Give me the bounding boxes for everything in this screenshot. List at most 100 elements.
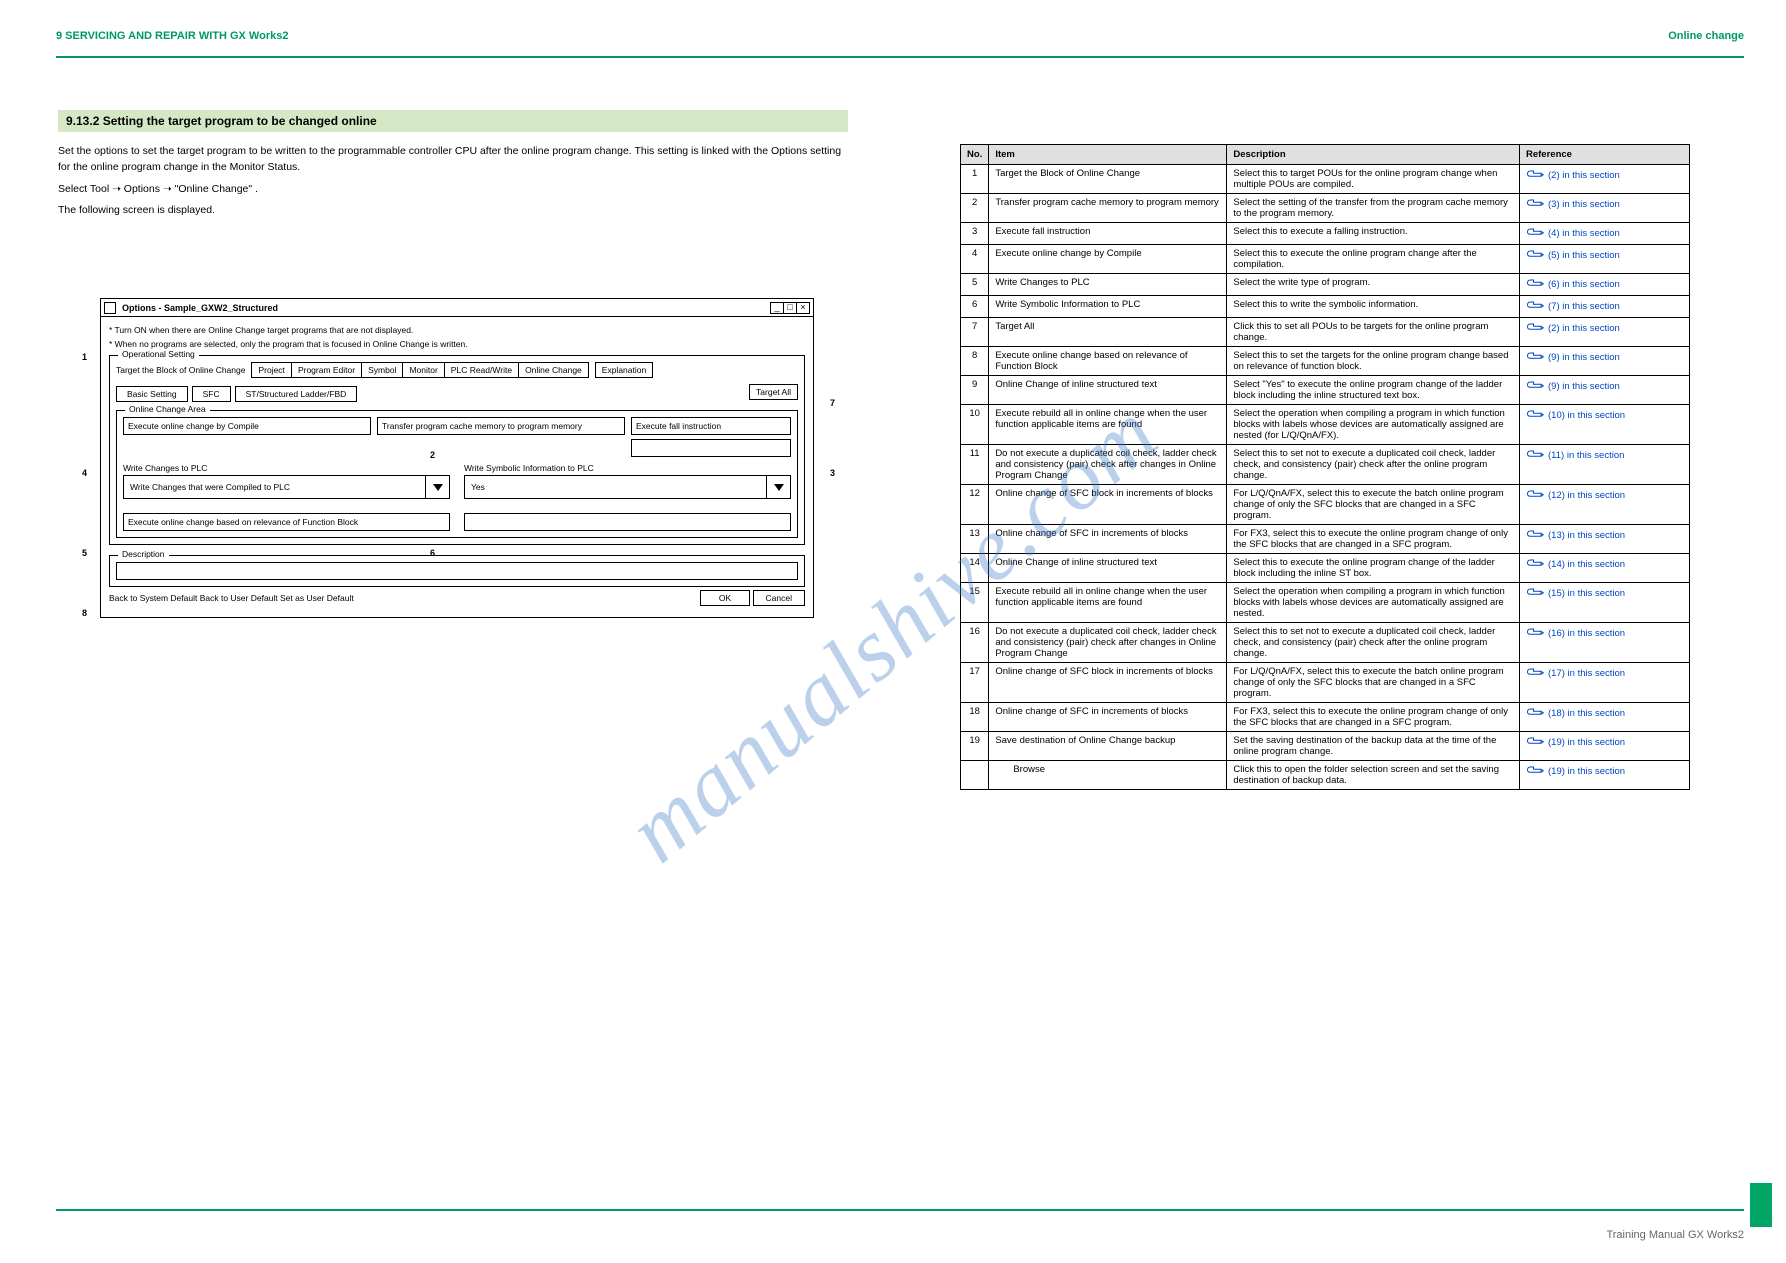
system-menu-icon[interactable] (104, 302, 116, 314)
note-2: * When no programs are selected, only th… (109, 339, 805, 349)
cell-xref[interactable]: (5) in this section (1520, 245, 1690, 274)
cell-desc: For FX3, select this to execute the onli… (1227, 525, 1520, 554)
table-row: 1Target the Block of Online ChangeSelect… (961, 165, 1690, 194)
cell-no: 4 (961, 245, 989, 274)
maximize-icon[interactable]: □ (783, 302, 797, 314)
tab-monitor[interactable]: Monitor (403, 363, 444, 377)
area-extra[interactable] (631, 439, 791, 457)
cell-desc: Set the saving destination of the backup… (1227, 732, 1520, 761)
write-symbolic-select[interactable]: Yes (464, 475, 791, 499)
bottom-rule (56, 1209, 1744, 1211)
transfer-cache-check[interactable]: Transfer program cache memory to program… (377, 417, 625, 435)
table-row: 2Transfer program cache memory to progra… (961, 194, 1690, 223)
cell-xref[interactable]: (3) in this section (1520, 194, 1690, 223)
table-row: 15Execute rebuild all in online change w… (961, 583, 1690, 623)
chapter-sub: Online change (1668, 30, 1744, 42)
cell-desc: Select "Yes" to execute the online progr… (1227, 376, 1520, 405)
tab-program-editor[interactable]: Program Editor (292, 363, 362, 377)
cell-desc: Select this to set not to execute a dupl… (1227, 623, 1520, 663)
cell-xref[interactable]: (9) in this section (1520, 376, 1690, 405)
cell-item: Do not execute a duplicated coil check, … (989, 445, 1227, 485)
cell-xref[interactable]: (2) in this section (1520, 318, 1690, 347)
cell-desc: Select this to execute the online progra… (1227, 245, 1520, 274)
cell-xref[interactable]: (14) in this section (1520, 554, 1690, 583)
cell-xref[interactable]: (10) in this section (1520, 405, 1690, 445)
cell-no: 18 (961, 703, 989, 732)
cell-xref[interactable]: (4) in this section (1520, 223, 1690, 245)
exec-fall-check[interactable]: Execute fall instruction (631, 417, 791, 435)
pointer-icon (1526, 226, 1544, 241)
dd2-label: Write Symbolic Information to PLC (464, 463, 791, 473)
target-all-button[interactable]: Target All (749, 384, 798, 400)
cell-item: Online change of SFC block in increments… (989, 663, 1227, 703)
exec-compile-check[interactable]: Execute online change by Compile (123, 417, 371, 435)
pointer-icon (1526, 488, 1544, 503)
section-title: 9.13.2 Setting the target program to be … (58, 110, 848, 132)
cell-xref[interactable]: (15) in this section (1520, 583, 1690, 623)
cell-no: 19 (961, 732, 989, 761)
cell-xref[interactable]: (11) in this section (1520, 445, 1690, 485)
table-row: 9Online Change of inline structured text… (961, 376, 1690, 405)
callout-5: 5 (82, 548, 87, 558)
table-row: 6Write Symbolic Information to PLCSelect… (961, 296, 1690, 318)
cell-item: Execute online change based on relevance… (989, 347, 1227, 376)
cell-xref[interactable]: (13) in this section (1520, 525, 1690, 554)
cell-xref[interactable]: (16) in this section (1520, 623, 1690, 663)
cell-xref[interactable]: (17) in this section (1520, 663, 1690, 703)
bottom1-input[interactable]: Execute online change based on relevance… (123, 513, 450, 531)
cell-xref[interactable]: (7) in this section (1520, 296, 1690, 318)
dd2-value: Yes (465, 476, 766, 498)
cell-xref[interactable]: (18) in this section (1520, 703, 1690, 732)
dialog-titlebar: Options - Sample_GXW2_Structured _ □ × (101, 299, 813, 317)
cell-no: 16 (961, 623, 989, 663)
cell-xref[interactable]: (19) in this section (1520, 761, 1690, 790)
area-label: Online Change Area (125, 404, 210, 414)
cell-xref[interactable]: (19) in this section (1520, 732, 1690, 761)
cancel-button[interactable]: Cancel (753, 590, 805, 606)
callout-7: 7 (830, 398, 835, 408)
tab-online-change[interactable]: Online Change (519, 363, 588, 377)
cell-xref[interactable]: (6) in this section (1520, 274, 1690, 296)
category-tabs[interactable]: Project Program Editor Symbol Monitor PL… (251, 362, 588, 378)
subtab-basic[interactable]: Basic Setting (116, 386, 188, 402)
cell-desc: Click this to set all POUs to be targets… (1227, 318, 1520, 347)
cell-no: 15 (961, 583, 989, 623)
bottom2-input[interactable] (464, 513, 791, 531)
note-1: * Turn ON when there are Online Change t… (109, 325, 805, 335)
tab-project[interactable]: Project (252, 363, 291, 377)
cell-desc: Select this to target POUs for the onlin… (1227, 165, 1520, 194)
dd1-value: Write Changes that were Compiled to PLC (124, 476, 425, 498)
table-row: 8Execute online change based on relevanc… (961, 347, 1690, 376)
chevron-down-icon[interactable] (425, 476, 449, 498)
cell-xref[interactable]: (9) in this section (1520, 347, 1690, 376)
cell-xref[interactable]: (12) in this section (1520, 485, 1690, 525)
minimize-icon[interactable]: _ (770, 302, 784, 314)
th-desc: Description (1227, 145, 1520, 165)
page-tab (1750, 1183, 1772, 1227)
subtab-sfc[interactable]: SFC (192, 386, 231, 402)
right-column: No. Item Description Reference 1Target t… (960, 144, 1690, 790)
cell-item: Write Symbolic Information to PLC (989, 296, 1227, 318)
cell-item: Transfer program cache memory to program… (989, 194, 1227, 223)
tab-symbol[interactable]: Symbol (362, 363, 403, 377)
close-icon[interactable]: × (796, 302, 810, 314)
table-row: 3Execute fall instructionSelect this to … (961, 223, 1690, 245)
cell-no: 12 (961, 485, 989, 525)
dialog-title: Options - Sample_GXW2_Structured (116, 303, 771, 313)
ok-button[interactable]: OK (700, 590, 750, 606)
subtab-st[interactable]: ST/Structured Ladder/FBD (235, 386, 358, 402)
pointer-icon (1526, 448, 1544, 463)
chevron-down-icon[interactable] (766, 476, 790, 498)
explanation-button[interactable]: Explanation (595, 362, 653, 378)
pointer-icon (1526, 321, 1544, 336)
tab-plc-rw[interactable]: PLC Read/Write (445, 363, 519, 377)
callout-4: 4 (82, 468, 87, 478)
cell-item: Write Changes to PLC (989, 274, 1227, 296)
pointer-icon (1526, 586, 1544, 601)
cell-xref[interactable]: (2) in this section (1520, 165, 1690, 194)
cell-no: 10 (961, 405, 989, 445)
write-changes-select[interactable]: Write Changes that were Compiled to PLC (123, 475, 450, 499)
cell-desc: Select this to write the symbolic inform… (1227, 296, 1520, 318)
cell-desc: Select this to set not to execute a dupl… (1227, 445, 1520, 485)
th-item: Item (989, 145, 1227, 165)
